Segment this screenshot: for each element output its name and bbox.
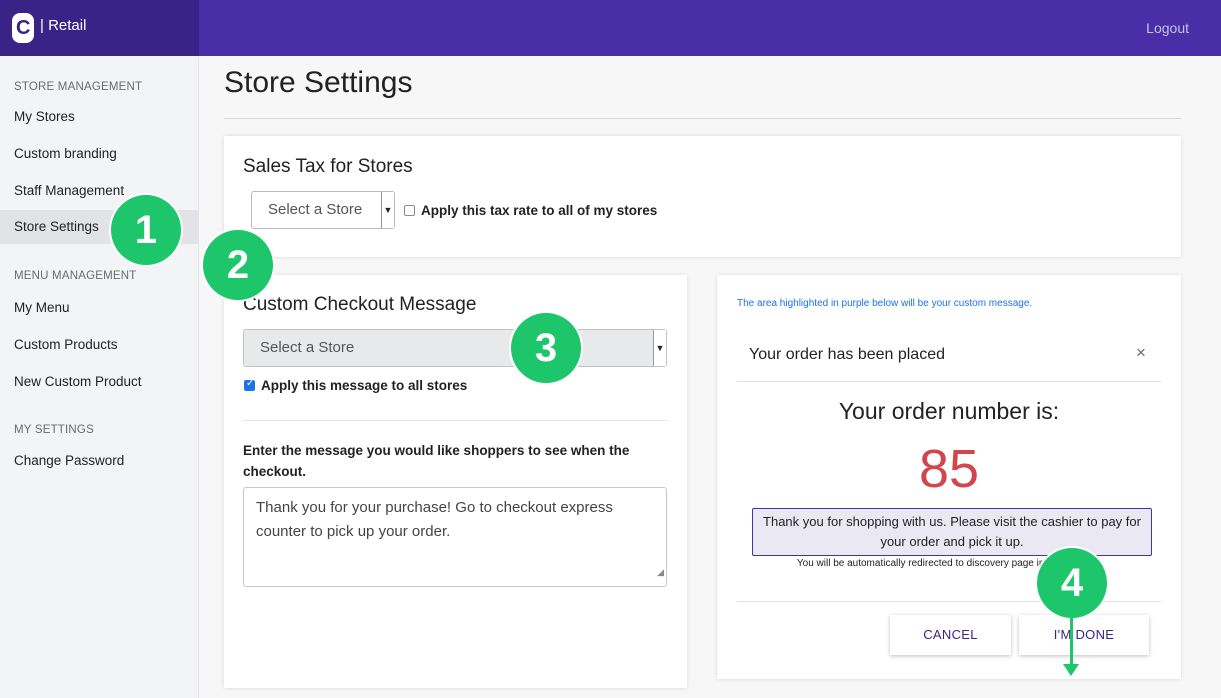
logo-letter: C bbox=[16, 17, 31, 39]
top-bar: C | Retail Logout bbox=[0, 0, 1221, 56]
chevron-down-icon: ▼ bbox=[381, 192, 394, 228]
checkout-message-textarea[interactable]: Thank you for your purchase! Go to check… bbox=[243, 487, 667, 587]
custom-message-preview: Thank you for shopping with us. Please v… bbox=[752, 508, 1152, 556]
sales-tax-apply-row[interactable]: Apply this tax rate to all of my stores bbox=[404, 203, 657, 218]
logout-link[interactable]: Logout bbox=[1146, 20, 1189, 36]
step-marker-1: 1 bbox=[111, 195, 181, 265]
cancel-button[interactable]: CANCEL bbox=[890, 615, 1011, 655]
checkout-message-heading: Custom Checkout Message bbox=[243, 294, 477, 315]
preview-modal-title: Your order has been placed bbox=[749, 346, 945, 363]
brand-area: C | Retail bbox=[0, 0, 199, 56]
step-marker-3: 3 bbox=[511, 313, 581, 383]
checkout-store-select-value: Select a Store bbox=[260, 339, 355, 356]
apply-message-label: Apply this message to all stores bbox=[261, 378, 468, 393]
apply-message-checkbox[interactable] bbox=[244, 378, 255, 391]
sidebar-item-change-password[interactable]: Change Password bbox=[0, 444, 198, 478]
sidebar-item-new-custom-product[interactable]: New Custom Product bbox=[0, 365, 198, 399]
sidebar-section-my-settings: MY SETTINGS bbox=[14, 424, 94, 436]
apply-tax-checkbox[interactable] bbox=[404, 205, 415, 216]
preview-header-divider bbox=[737, 381, 1161, 382]
checkout-message-text: Thank you for your purchase! Go to check… bbox=[256, 499, 613, 540]
order-number: 85 bbox=[918, 439, 980, 499]
close-icon[interactable]: × bbox=[1136, 343, 1146, 363]
resize-handle-icon[interactable]: ◢ bbox=[657, 560, 664, 584]
checkout-message-prompt: Enter the message you would like shopper… bbox=[243, 443, 630, 479]
sidebar-item-custom-branding[interactable]: Custom branding bbox=[0, 137, 198, 171]
sidebar-item-my-menu[interactable]: My Menu bbox=[0, 291, 198, 325]
preview-note: The area highlighted in purple below wil… bbox=[737, 298, 1033, 309]
chevron-down-icon: ▼ bbox=[653, 330, 666, 366]
sidebar-item-custom-products[interactable]: Custom Products bbox=[0, 328, 198, 362]
sales-tax-store-select-value: Select a Store bbox=[268, 201, 363, 218]
apply-tax-label: Apply this tax rate to all of my stores bbox=[421, 203, 658, 218]
sidebar: STORE MANAGEMENT My Stores Custom brandi… bbox=[0, 56, 199, 698]
sales-tax-heading: Sales Tax for Stores bbox=[243, 156, 413, 177]
page-title: Store Settings bbox=[224, 66, 413, 99]
sidebar-item-my-stores[interactable]: My Stores bbox=[0, 100, 198, 134]
brand-text: | Retail bbox=[40, 17, 87, 34]
checkout-apply-row[interactable]: Apply this message to all stores bbox=[244, 378, 467, 393]
down-arrow-icon bbox=[1063, 664, 1079, 676]
im-done-button[interactable]: I'M DONE bbox=[1019, 615, 1149, 655]
sales-tax-store-select[interactable]: Select a Store ▼ bbox=[251, 191, 395, 229]
sidebar-section-store-management: STORE MANAGEMENT bbox=[14, 81, 143, 93]
step-marker-2: 2 bbox=[203, 230, 273, 300]
title-divider bbox=[224, 118, 1181, 119]
step-marker-4: 4 bbox=[1037, 548, 1107, 618]
order-number-label: Your order number is: bbox=[838, 398, 1060, 424]
checkout-divider bbox=[243, 420, 667, 421]
logo-icon: C bbox=[12, 13, 34, 43]
sidebar-section-menu-management: MENU MANAGEMENT bbox=[14, 270, 137, 282]
checkout-store-select[interactable]: Select a Store ▼ bbox=[243, 329, 667, 367]
